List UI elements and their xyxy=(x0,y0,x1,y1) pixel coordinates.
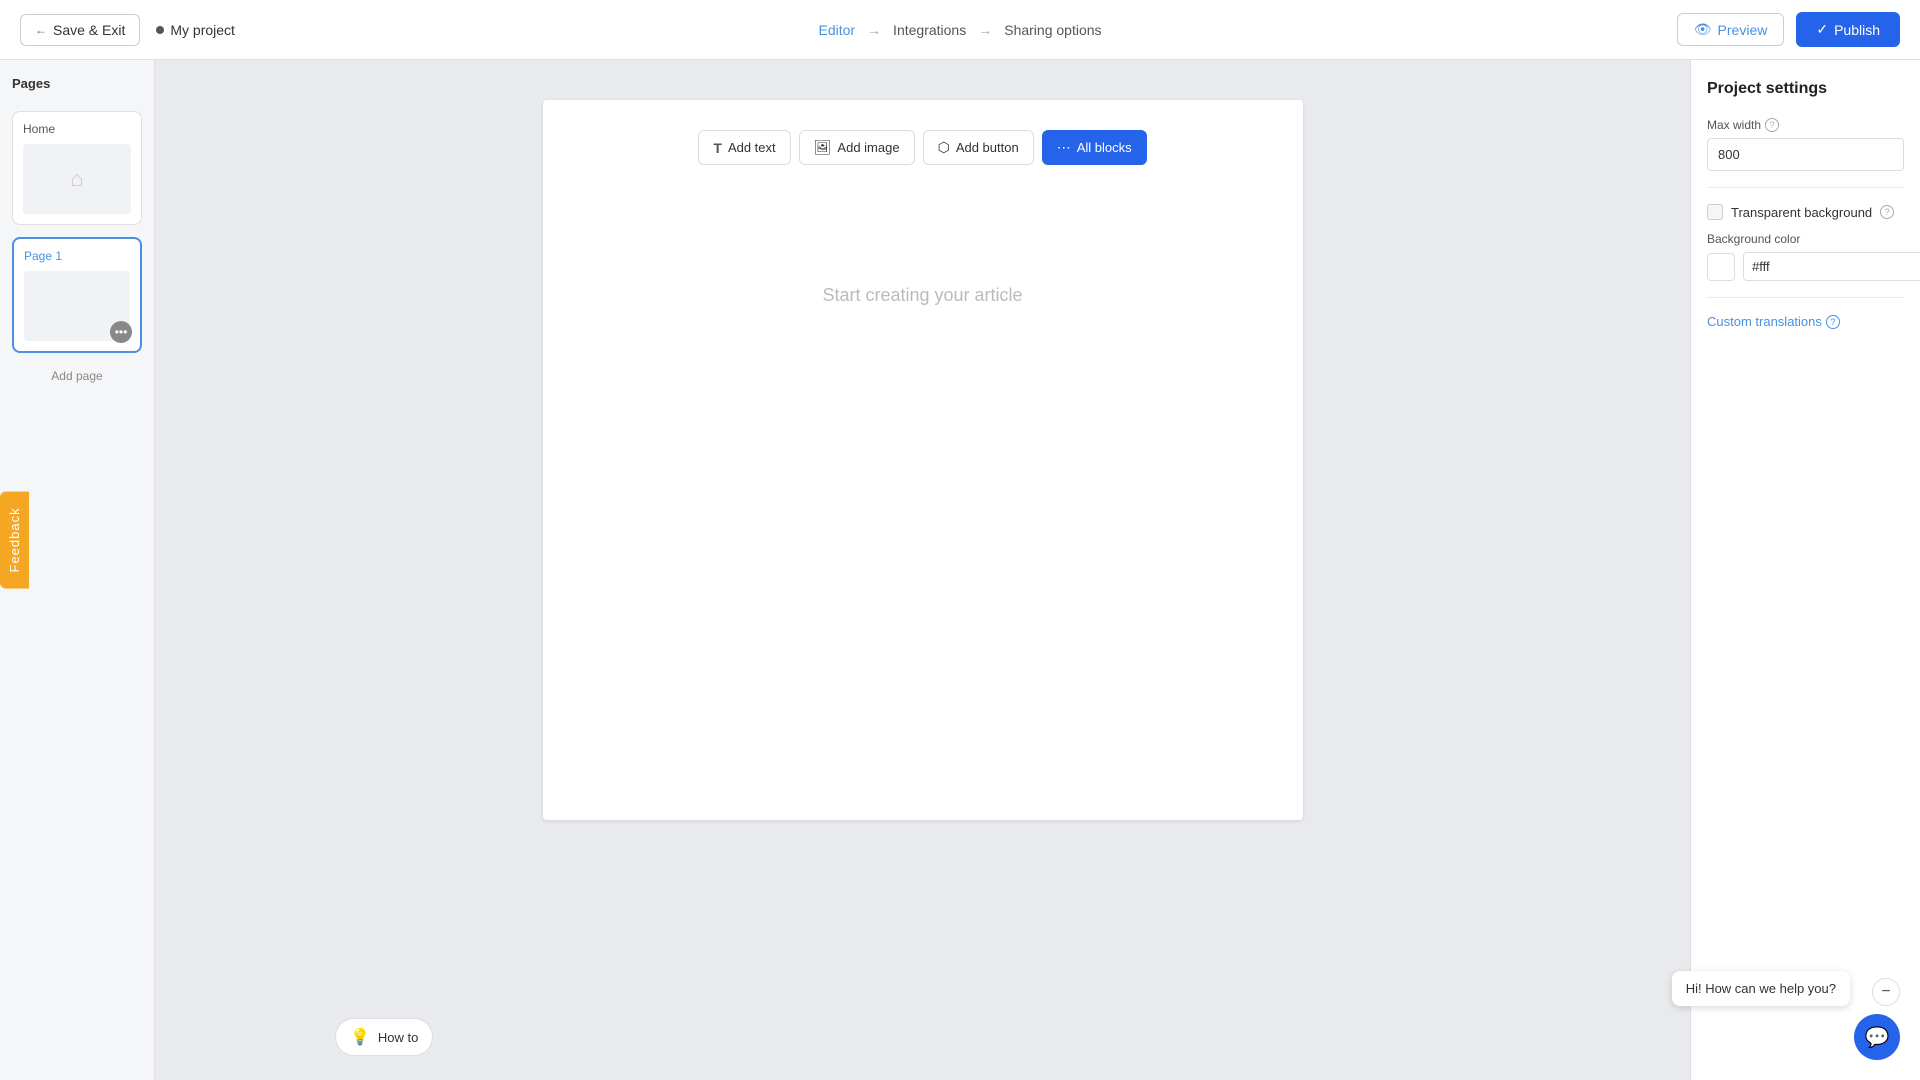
header-right: 👁 Preview ✓ Publish xyxy=(1677,12,1900,47)
project-name-label: My project xyxy=(170,22,235,38)
toolbar: T Add text 🖼 Add image ⬡ Add button ⋯ Al… xyxy=(698,130,1146,165)
all-blocks-label: All blocks xyxy=(1077,140,1132,155)
custom-translations-link[interactable]: Custom translations ? xyxy=(1707,314,1904,329)
nav-integrations[interactable]: Integrations xyxy=(893,22,966,38)
feedback-tab[interactable]: Feedback xyxy=(0,491,29,588)
canvas: T Add text 🖼 Add image ⬡ Add button ⋯ Al… xyxy=(543,100,1303,820)
page-card-page1[interactable]: Page 1 ••• xyxy=(12,237,142,353)
page1-label: Page 1 xyxy=(24,249,130,263)
project-dot-icon xyxy=(156,26,164,34)
canvas-placeholder: Start creating your article xyxy=(822,285,1022,306)
add-page-button[interactable]: Add page xyxy=(12,369,142,383)
nav-sharing[interactable]: Sharing options xyxy=(1004,22,1101,38)
add-button-button[interactable]: ⬡ Add button xyxy=(923,130,1034,165)
max-width-label-row: Max width ? xyxy=(1707,118,1904,132)
header: ← Save & Exit My project Editor → Integr… xyxy=(0,0,1920,60)
nav-arrow-2: → xyxy=(978,22,992,38)
chat-widget-button[interactable]: 💬 xyxy=(1854,1014,1900,1060)
add-image-button[interactable]: 🖼 Add image xyxy=(799,130,915,165)
transparent-bg-checkbox[interactable] xyxy=(1707,204,1723,220)
custom-translations-label: Custom translations xyxy=(1707,314,1822,329)
project-name: My project xyxy=(156,22,235,38)
home-icon: ⌂ xyxy=(70,166,83,192)
header-left: ← Save & Exit My project xyxy=(20,14,235,46)
bg-color-swatch[interactable] xyxy=(1707,253,1735,281)
pages-title: Pages xyxy=(12,76,142,91)
eye-icon: 👁 xyxy=(1694,21,1712,38)
bulb-icon: 💡 xyxy=(350,1027,370,1047)
add-image-label: Add image xyxy=(837,140,899,155)
text-icon: T xyxy=(713,140,722,156)
blocks-icon: ⋯ xyxy=(1057,139,1071,156)
check-icon: ✓ xyxy=(1816,21,1828,38)
how-to-label: How to xyxy=(378,1030,418,1045)
bg-color-row xyxy=(1707,252,1904,281)
page-card-home[interactable]: Home ⌂ xyxy=(12,111,142,225)
max-width-help-icon[interactable]: ? xyxy=(1765,118,1779,132)
section-divider-2 xyxy=(1707,297,1904,298)
custom-translations-help-icon[interactable]: ? xyxy=(1826,315,1840,329)
all-blocks-button[interactable]: ⋯ All blocks xyxy=(1042,130,1147,165)
chat-bubble: Hi! How can we help you? xyxy=(1672,971,1850,1006)
max-width-input[interactable] xyxy=(1707,138,1904,171)
add-text-label: Add text xyxy=(728,140,776,155)
nav-editor[interactable]: Editor xyxy=(818,22,855,38)
add-text-button[interactable]: T Add text xyxy=(698,130,790,165)
transparent-bg-row: Transparent background ? xyxy=(1707,204,1904,220)
transparent-bg-help-icon[interactable]: ? xyxy=(1880,205,1894,219)
nav-arrow-1: → xyxy=(867,22,881,38)
save-exit-button[interactable]: ← Save & Exit xyxy=(20,14,140,46)
bg-color-label-row: Background color xyxy=(1707,232,1904,246)
home-page-label: Home xyxy=(23,122,131,136)
bg-color-label: Background color xyxy=(1707,232,1800,246)
home-page-thumb: ⌂ xyxy=(23,144,131,214)
add-button-label: Add button xyxy=(956,140,1019,155)
how-to-button[interactable]: 💡 How to xyxy=(335,1018,433,1056)
minimize-chat-button[interactable]: − xyxy=(1872,978,1900,1006)
back-arrow-icon: ← xyxy=(35,23,47,37)
max-width-label: Max width xyxy=(1707,118,1761,132)
main-layout: Pages Home ⌂ Page 1 ••• Add page T Add t… xyxy=(0,60,1920,1080)
canvas-area: T Add text 🖼 Add image ⬡ Add button ⋯ Al… xyxy=(155,60,1690,1080)
preview-button[interactable]: 👁 Preview xyxy=(1677,13,1785,46)
publish-label: Publish xyxy=(1834,22,1880,38)
preview-label: Preview xyxy=(1718,22,1768,38)
image-icon: 🖼 xyxy=(814,139,832,156)
right-panel: Project settings Max width ? Transparent… xyxy=(1690,60,1920,1080)
chat-icon: 💬 xyxy=(1865,1025,1890,1050)
page-more-button[interactable]: ••• xyxy=(110,321,132,343)
bg-color-input[interactable] xyxy=(1743,252,1920,281)
button-icon: ⬡ xyxy=(938,139,950,156)
panel-title: Project settings xyxy=(1707,80,1904,98)
save-exit-label: Save & Exit xyxy=(53,22,125,38)
section-divider-1 xyxy=(1707,187,1904,188)
header-nav: Editor → Integrations → Sharing options xyxy=(818,22,1101,38)
publish-button[interactable]: ✓ Publish xyxy=(1796,12,1900,47)
transparent-bg-label: Transparent background xyxy=(1731,205,1872,220)
